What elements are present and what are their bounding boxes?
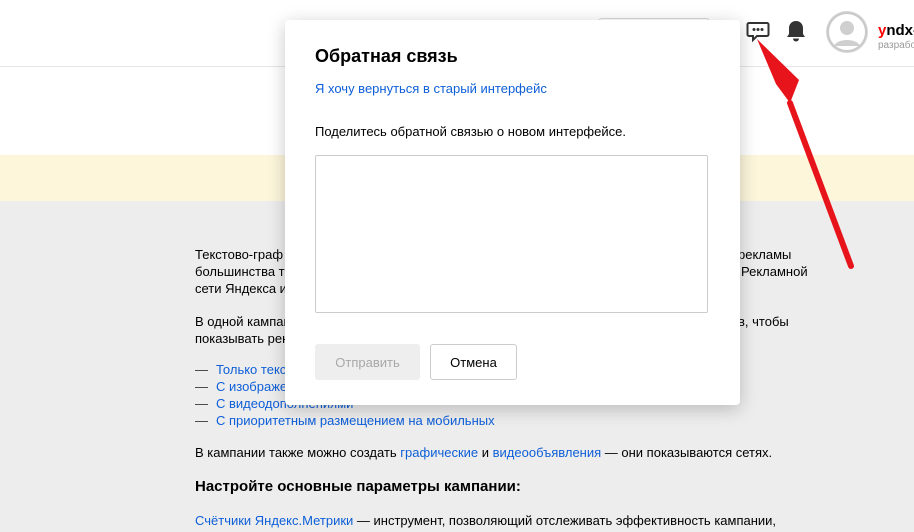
ad-type-link[interactable]: С изображе [216, 379, 287, 394]
modal-description: Поделитесь обратной связью о новом интер… [315, 124, 626, 139]
chat-dots-icon[interactable] [745, 18, 771, 44]
list-item: — С приоритетным размещением на мобильных [195, 413, 495, 428]
video-ads-link[interactable]: видеообъявления [493, 445, 602, 460]
metrika-link[interactable]: Счётчики Яндекс.Метрики [195, 513, 353, 528]
user-avatar-icon[interactable] [826, 11, 868, 53]
send-button[interactable]: Отправить [315, 344, 420, 380]
old-interface-link[interactable]: Я хочу вернуться в старый интерфейс [315, 81, 547, 96]
feedback-textarea[interactable] [315, 155, 708, 313]
graphic-ads-link[interactable]: графические [400, 445, 478, 460]
user-subtitle: разрабо [878, 40, 914, 51]
metrika-paragraph: Счётчики Яндекс.Метрики — инструмент, по… [195, 513, 777, 528]
section-heading: Настройте основные параметры кампании: [195, 478, 521, 495]
bell-icon[interactable] [783, 18, 809, 44]
feedback-modal: Обратная связь Я хочу вернуться в старый… [285, 20, 740, 405]
user-name[interactable]: yndx- [878, 22, 914, 39]
ad-type-link[interactable]: С приоритетным размещением на мобильных [216, 413, 495, 428]
ad-type-link[interactable]: Только текс [216, 362, 286, 377]
graphic-ads-paragraph: В кампании также можно создать графическ… [195, 445, 773, 460]
modal-title: Обратная связь [315, 46, 458, 66]
cancel-button[interactable]: Отмена [430, 344, 517, 380]
